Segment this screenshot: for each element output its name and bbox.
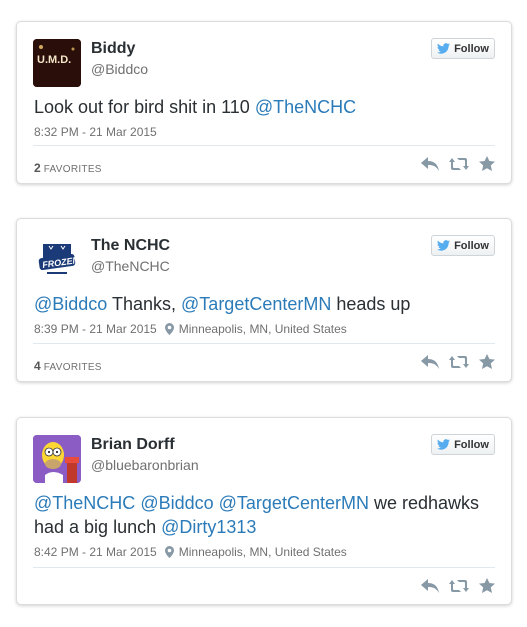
star-icon[interactable] <box>479 354 495 369</box>
location-pin-icon <box>164 323 174 335</box>
user-name[interactable]: Biddy <box>91 40 135 58</box>
tweet-text: @TheNCHC @Biddco @TargetCenterMN we redh… <box>34 491 494 539</box>
tweet-text-body: Thanks, <box>107 294 182 314</box>
tweet-actions <box>421 578 495 593</box>
timestamp-link[interactable]: 8:42 PM - 21 Mar 2015 <box>34 545 157 559</box>
tweet-meta: 8:39 PM - 21 Mar 2015 Minneapolis, MN, U… <box>34 322 347 336</box>
timestamp-link[interactable]: 8:39 PM - 21 Mar 2015 <box>34 322 157 336</box>
favorites-number: 4 <box>34 359 41 373</box>
retweet-icon[interactable] <box>449 355 469 369</box>
mention-link[interactable]: @TargetCenterMN <box>219 493 369 513</box>
star-icon[interactable] <box>479 578 495 593</box>
user-handle[interactable]: @TheNCHC <box>91 258 170 274</box>
retweet-icon[interactable] <box>449 157 469 171</box>
timestamp-link[interactable]: 8:32 PM - 21 Mar 2015 <box>34 125 157 139</box>
tweet-card-nchc: FROZEN The NCHC @TheNCHC Follow @Biddco … <box>16 218 512 382</box>
favorites-count[interactable]: 4 FAVORITES <box>34 359 102 373</box>
avatar[interactable] <box>33 435 81 483</box>
star-icon[interactable] <box>479 156 495 171</box>
divider <box>33 145 495 146</box>
location-link[interactable]: Minneapolis, MN, United States <box>179 322 347 336</box>
user-name[interactable]: The NCHC <box>91 237 170 255</box>
tweet-actions <box>421 354 495 369</box>
avatar[interactable]: U.M.D. <box>33 39 81 87</box>
follow-button[interactable]: Follow <box>431 38 495 59</box>
mention-link[interactable]: @TheNCHC <box>34 493 135 513</box>
favorites-number: 2 <box>34 161 41 175</box>
follow-label: Follow <box>454 438 489 451</box>
twitter-bird-icon <box>437 240 451 251</box>
mention-link[interactable]: @TheNCHC <box>255 97 356 117</box>
divider <box>33 567 495 568</box>
follow-label: Follow <box>454 42 489 55</box>
tweet-card-biddy: U.M.D. Biddy @Biddco Follow Look out for… <box>16 21 512 184</box>
tweet-meta: 8:42 PM - 21 Mar 2015 Minneapolis, MN, U… <box>34 545 347 559</box>
favorites-count[interactable]: 2 FAVORITES <box>34 161 102 175</box>
mention-link[interactable]: @Biddco <box>34 294 107 314</box>
divider <box>33 343 495 344</box>
location-link[interactable]: Minneapolis, MN, United States <box>179 545 347 559</box>
reply-icon[interactable] <box>421 578 439 593</box>
user-name[interactable]: Brian Dorff <box>91 436 175 454</box>
follow-label: Follow <box>454 239 489 252</box>
mention-link[interactable]: @TargetCenterMN <box>181 294 331 314</box>
mention-link[interactable]: @Biddco <box>140 493 213 513</box>
twitter-bird-icon <box>437 439 451 450</box>
tweet-text-body: Look out for bird shit in 110 <box>34 97 255 117</box>
favorites-label: FAVORITES <box>43 164 102 175</box>
user-handle[interactable]: @bluebaronbrian <box>91 457 199 473</box>
favorites-label: FAVORITES <box>43 362 102 373</box>
tweet-text: @Biddco Thanks, @TargetCenterMN heads up <box>34 292 494 316</box>
user-handle[interactable]: @Biddco <box>91 61 148 77</box>
tweet-text-body: heads up <box>331 294 411 314</box>
retweet-icon[interactable] <box>449 579 469 593</box>
mention-link[interactable]: @Dirty1313 <box>161 517 256 537</box>
location-pin-icon <box>164 546 174 558</box>
tweet-actions <box>421 156 495 171</box>
follow-button[interactable]: Follow <box>431 434 495 455</box>
follow-button[interactable]: Follow <box>431 235 495 256</box>
avatar-logo-text: U.M.D. <box>37 54 71 66</box>
tweet-text: Look out for bird shit in 110 @TheNCHC <box>34 95 494 119</box>
twitter-bird-icon <box>437 43 451 54</box>
reply-icon[interactable] <box>421 156 439 171</box>
tweet-meta: 8:32 PM - 21 Mar 2015 <box>34 125 157 139</box>
tweet-card-brian-dorff: Brian Dorff @bluebaronbrian Follow @TheN… <box>16 417 512 605</box>
reply-icon[interactable] <box>421 354 439 369</box>
avatar[interactable]: FROZEN <box>33 236 81 284</box>
